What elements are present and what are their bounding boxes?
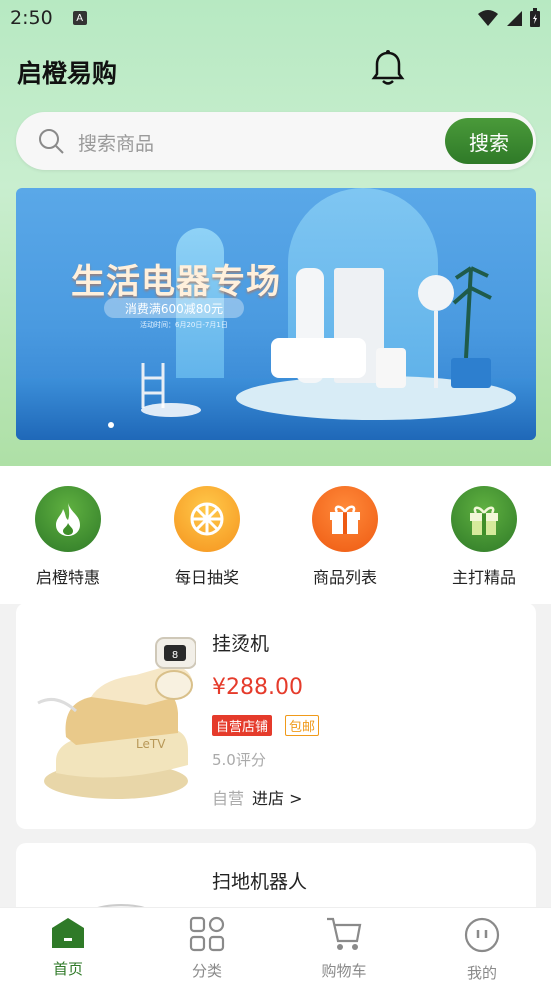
carousel-indicator[interactable] <box>108 422 114 428</box>
tab-label: 我的 <box>466 964 497 982</box>
status-time: 2:50 <box>10 7 53 29</box>
tab-profile[interactable]: 我的 <box>437 916 527 983</box>
profile-icon <box>464 917 500 953</box>
quick-item-special-offer[interactable]: 启橙特惠 <box>18 486 118 588</box>
product-rating: 5.0评分 <box>212 751 266 769</box>
search-icon <box>38 128 64 158</box>
battery-icon <box>530 8 540 27</box>
banner-fine-print: 活动时间：6月20日-7月1日 <box>140 321 228 329</box>
search-input[interactable]: 搜索商品 <box>78 129 154 156</box>
banner-subline: 消费满600减80元 <box>104 298 244 318</box>
self-run-label: 自营 <box>212 789 245 808</box>
quick-label: 启橙特惠 <box>35 568 100 587</box>
wifi-icon <box>478 10 498 26</box>
search-button[interactable]: 搜索 <box>445 118 533 164</box>
flame-icon <box>35 486 101 552</box>
svg-text:8: 8 <box>172 650 178 661</box>
search-bar[interactable]: 搜索商品 搜索 <box>16 112 536 170</box>
cart-icon <box>327 917 362 950</box>
status-icons <box>477 8 541 28</box>
gift-box-icon <box>312 486 378 552</box>
quick-label: 商品列表 <box>312 568 377 587</box>
svg-text:LeTV: LeTV <box>136 737 166 751</box>
status-bar: 2:50 A <box>0 0 551 36</box>
product-name: 挂烫机 <box>212 633 270 655</box>
tab-cart[interactable]: 购物车 <box>299 916 389 981</box>
tab-label: 首页 <box>52 960 83 978</box>
product-price: ¥288.00 <box>212 675 303 700</box>
app-header: 启橙易购 <box>17 50 537 90</box>
product-image-steamer: 8 LeTV <box>37 637 196 799</box>
bell-icon[interactable] <box>371 50 405 92</box>
home-icon <box>52 918 84 948</box>
present-icon <box>451 486 517 552</box>
tab-category[interactable]: 分类 <box>162 916 252 981</box>
promo-banner[interactable]: 生活电器专场 消费满600减80元 活动时间：6月20日-7月1日 <box>16 188 536 440</box>
quick-menu: 启橙特惠 每日抽奖 商品列表 主打精品 <box>0 466 551 604</box>
wheel-icon <box>174 486 240 552</box>
pool-ladder-illustration <box>141 363 201 417</box>
banner-headline: 生活电器专场 <box>71 262 281 302</box>
quick-label: 主打精品 <box>451 568 516 587</box>
tab-label: 分类 <box>191 962 222 980</box>
tab-label: 购物车 <box>321 962 367 980</box>
bottom-tab-bar: 首页 分类 购物车 我的 <box>0 907 551 983</box>
free-shipping-badge: 包邮 <box>285 715 320 736</box>
quick-label: 每日抽奖 <box>174 568 239 587</box>
page-title: 启橙易购 <box>17 59 118 88</box>
quick-item-featured[interactable]: 主打精品 <box>434 486 534 588</box>
quick-item-product-list[interactable]: 商品列表 <box>295 486 395 588</box>
self-store-badge: 自营店铺 <box>212 715 273 736</box>
product-card[interactable]: 8 LeTV 挂烫机 ¥288.00 自营店铺 包邮 5.0评分 自营 进店 > <box>16 603 536 829</box>
signal-icon <box>507 11 522 26</box>
grid-icon <box>189 916 225 952</box>
enter-store-link[interactable]: 进店 > <box>252 785 303 809</box>
product-name: 扫地机器人 <box>212 871 308 893</box>
notification-icon: A <box>72 11 87 25</box>
quick-item-daily-lottery[interactable]: 每日抽奖 <box>157 486 257 588</box>
tab-home[interactable]: 首页 <box>23 916 113 979</box>
